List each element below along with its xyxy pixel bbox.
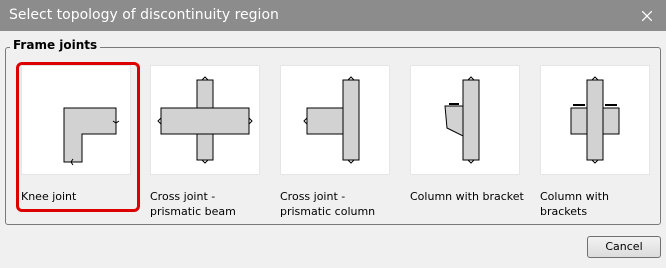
column-bracket-diagram xyxy=(410,65,520,175)
cross-joint-beam-diagram xyxy=(150,65,260,175)
column-brackets-diagram xyxy=(540,65,650,175)
group-legend: Frame joints xyxy=(10,38,101,52)
tile-column-with-bracket[interactable]: Column with bracket xyxy=(410,65,530,217)
close-icon xyxy=(642,11,652,21)
close-button[interactable] xyxy=(636,5,658,27)
tile-column-with-brackets[interactable]: Column with brackets xyxy=(540,65,660,218)
tile-cross-joint-prismatic-column[interactable]: Cross joint - prismatic column xyxy=(280,65,400,218)
knee-joint-diagram xyxy=(21,65,131,175)
cancel-button[interactable]: Cancel xyxy=(587,236,661,258)
tile-label: Column with bracket xyxy=(410,190,524,203)
tile-knee-joint[interactable]: Knee joint xyxy=(16,62,141,217)
dialog-title: Select topology of discontinuity region xyxy=(9,7,279,23)
tile-label: Cross joint - prismatic beam xyxy=(150,190,236,218)
cross-joint-column-diagram xyxy=(280,65,390,175)
tile-cross-joint-prismatic-beam[interactable]: Cross joint - prismatic beam xyxy=(150,65,270,218)
tile-label: Column with brackets xyxy=(540,190,609,218)
dialog-titlebar: Select topology of discontinuity region xyxy=(0,0,666,31)
tile-label: Cross joint - prismatic column xyxy=(280,190,376,218)
tile-label: Knee joint xyxy=(21,190,77,203)
